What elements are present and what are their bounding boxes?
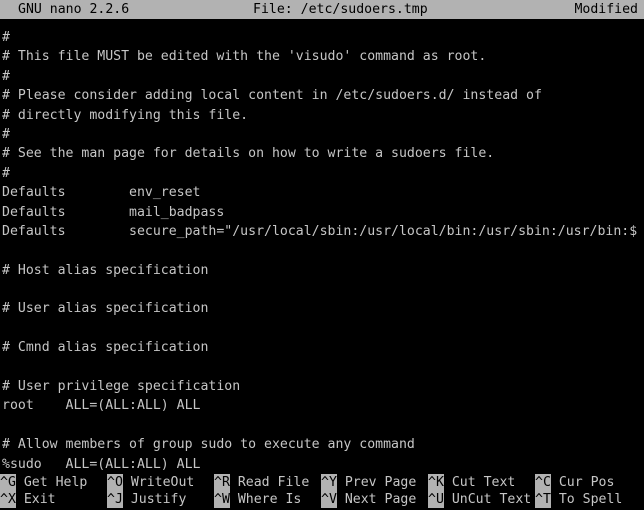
editor-line: Defaults env_reset	[2, 185, 201, 201]
shortcut-ctrl-t[interactable]: ^T To Spell	[535, 491, 642, 508]
shortcut-label: Exit	[15, 492, 56, 507]
shortcut-ctrl-g[interactable]: ^G Get Help	[0, 474, 107, 491]
editor-line: # Allow members of group sudo to execute…	[2, 437, 415, 453]
shortcut-key-badge: ^X	[0, 491, 16, 508]
shortcut-key-badge: ^V	[321, 491, 337, 508]
title-bar: GNU nano 2.2.6 File: /etc/sudoers.tmp Mo…	[0, 0, 644, 19]
shortcut-ctrl-r[interactable]: ^R Read File	[214, 474, 321, 491]
editor-line: #	[2, 126, 10, 142]
shortcut-label: To Spell	[550, 492, 623, 507]
shortcut-ctrl-o[interactable]: ^O WriteOut	[107, 474, 214, 491]
shortcut-ctrl-y[interactable]: ^Y Prev Page	[321, 474, 428, 491]
editor-line: # User privilege specification	[2, 379, 241, 395]
editor-line: Defaults secure_path="/usr/local/sbin:/u…	[2, 223, 638, 239]
shortcut-label: UnCut Text	[443, 492, 532, 507]
editor-line: # User alias specification	[2, 301, 209, 317]
shortcut-key-badge: ^Y	[321, 474, 337, 491]
editor-line: # See the man page for details on how to…	[2, 146, 495, 162]
shortcut-key-badge: ^J	[107, 491, 123, 508]
shortcut-label: Next Page	[336, 492, 417, 507]
editor-text-area[interactable]: # # This file MUST be edited with the 'vi…	[0, 19, 644, 474]
shortcut-ctrl-j[interactable]: ^J Justify	[107, 491, 214, 508]
shortcut-label: Where Is	[229, 492, 302, 507]
file-path-label: File: /etc/sudoers.tmp	[253, 2, 428, 17]
shortcut-row-primary: ^G Get Help ^O WriteOut ^R Read File ^Y Pre…	[0, 474, 644, 491]
shortcut-key-badge: ^T	[535, 491, 551, 508]
shortcut-ctrl-u[interactable]: ^U UnCut Text	[428, 491, 535, 508]
shortcut-key-badge: ^K	[428, 474, 444, 491]
nano-version-label: GNU nano 2.2.6	[18, 2, 130, 17]
shortcut-key-badge: ^C	[535, 474, 551, 491]
shortcut-key-badge: ^U	[428, 491, 444, 508]
shortcut-label: Justify	[122, 492, 187, 507]
shortcut-label: Cut Text	[443, 475, 516, 490]
shortcut-key-badge: ^W	[214, 491, 230, 508]
shortcut-row-secondary: ^X Exit ^J Justify ^W Where Is ^V Next Page…	[0, 491, 644, 508]
shortcut-key-badge: ^R	[214, 474, 230, 491]
editor-line: Defaults mail_badpass	[2, 204, 225, 220]
shortcut-label: Prev Page	[336, 475, 417, 490]
editor-line: #	[2, 30, 10, 45]
shortcut-ctrl-c[interactable]: ^C Cur Pos	[535, 474, 642, 491]
editor-line: # Please consider adding local content i…	[2, 88, 542, 104]
nano-terminal-window: GNU nano 2.2.6 File: /etc/sudoers.tmp Mo…	[0, 0, 644, 510]
shortcut-ctrl-k[interactable]: ^K Cut Text	[428, 474, 535, 491]
editor-line: %sudo ALL=(ALL:ALL) ALL	[2, 456, 201, 472]
editor-line: # This file MUST be edited with the 'vis…	[2, 49, 487, 65]
shortcut-key-badge: ^O	[107, 474, 123, 491]
editor-line: root ALL=(ALL:ALL) ALL	[2, 398, 201, 414]
editor-line: #	[2, 165, 10, 181]
shortcut-ctrl-w[interactable]: ^W Where Is	[214, 491, 321, 508]
shortcut-label: Read File	[229, 475, 310, 490]
shortcut-ctrl-x[interactable]: ^X Exit	[0, 491, 107, 508]
editor-lines-container: # # This file MUST be edited with the 'vi…	[2, 28, 644, 474]
shortcut-help-bar: ^G Get Help ^O WriteOut ^R Read File ^Y Pre…	[0, 474, 644, 510]
shortcut-label: WriteOut	[122, 475, 195, 490]
editor-line: # Cmnd alias specification	[2, 340, 209, 356]
shortcut-label: Get Help	[15, 475, 88, 490]
shortcut-key-badge: ^G	[0, 474, 16, 491]
editor-line: # Host alias specification	[2, 262, 209, 278]
shortcut-label: Cur Pos	[550, 475, 615, 490]
modified-status-badge: Modified	[574, 2, 638, 17]
editor-line: # directly modifying this file.	[2, 107, 249, 123]
editor-line: #	[2, 68, 10, 84]
shortcut-ctrl-v[interactable]: ^V Next Page	[321, 491, 428, 508]
